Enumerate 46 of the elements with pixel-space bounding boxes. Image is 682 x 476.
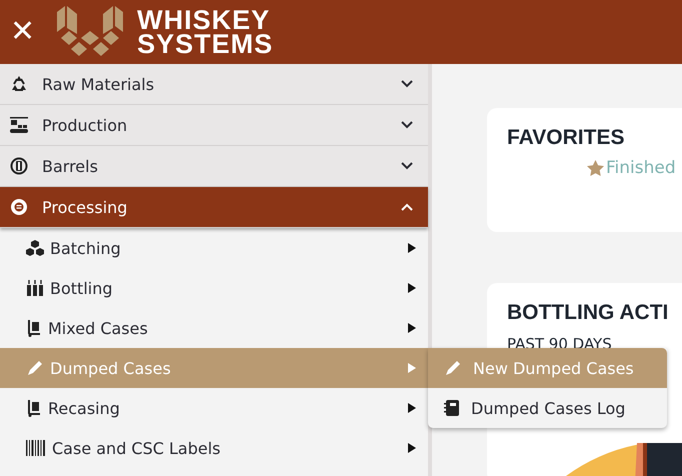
submenu-item-label: Dumped Cases Log bbox=[471, 398, 626, 418]
caret-right-icon bbox=[408, 443, 416, 453]
conveyor-icon bbox=[10, 116, 28, 134]
menu-item[interactable]: Batching bbox=[0, 228, 428, 268]
card-title: BOTTLING ACTI bbox=[507, 301, 670, 325]
menu-section-label: Processing bbox=[42, 198, 128, 216]
menu-item-label: Recasing bbox=[48, 398, 121, 418]
hand-truck-icon bbox=[26, 399, 42, 417]
caret-right-icon bbox=[408, 363, 416, 373]
boxes-icon bbox=[26, 239, 44, 257]
caret-right-icon bbox=[408, 243, 416, 253]
menu-item-label: Bottling bbox=[50, 278, 114, 298]
menu-item-label: Case and CSC Labels bbox=[52, 438, 222, 458]
menu-section[interactable]: Processing bbox=[0, 187, 428, 228]
menu-item[interactable]: Recasing bbox=[0, 388, 428, 428]
menu-item-label: Dumped Cases bbox=[50, 358, 172, 378]
gear-icon bbox=[10, 198, 28, 216]
submenu-item-label: New Dumped Cases bbox=[473, 358, 634, 378]
menu-item-label: Mixed Cases bbox=[48, 318, 149, 338]
logo-icon bbox=[57, 6, 124, 58]
menu-section[interactable]: Barrels bbox=[0, 146, 428, 187]
submenu-item[interactable]: Dumped Cases Log bbox=[428, 388, 667, 428]
menu-item[interactable]: Bottling bbox=[0, 268, 428, 308]
menu-section-label: Production bbox=[42, 116, 128, 134]
menu-item[interactable]: Case and CSC Labels bbox=[0, 428, 428, 468]
brand-name: WHISKEY SYSTEMS bbox=[137, 8, 274, 56]
pencil-icon bbox=[26, 359, 44, 377]
menu-section[interactable]: Production bbox=[0, 105, 428, 146]
caret-right-icon bbox=[408, 403, 416, 413]
menu-section-label: Barrels bbox=[42, 156, 99, 176]
menu-item[interactable]: Mixed Cases bbox=[0, 308, 428, 348]
menu-section[interactable]: Raw Materials bbox=[0, 64, 428, 105]
bottles-icon bbox=[26, 279, 44, 297]
menu-section-label: Raw Materials bbox=[42, 74, 156, 94]
menu-item-label: Batching bbox=[50, 238, 122, 258]
hand-truck-icon bbox=[26, 319, 42, 337]
barcode-icon bbox=[26, 439, 46, 457]
card-title: FAVORITES bbox=[507, 126, 626, 150]
recycle-icon bbox=[10, 75, 28, 93]
barrel-icon bbox=[10, 157, 28, 175]
close-button[interactable]: ✕ bbox=[10, 17, 36, 47]
caret-right-icon bbox=[408, 323, 416, 333]
pencil-icon bbox=[444, 359, 462, 377]
caret-right-icon bbox=[408, 283, 416, 293]
book-icon bbox=[444, 399, 460, 417]
star-icon bbox=[587, 160, 604, 176]
